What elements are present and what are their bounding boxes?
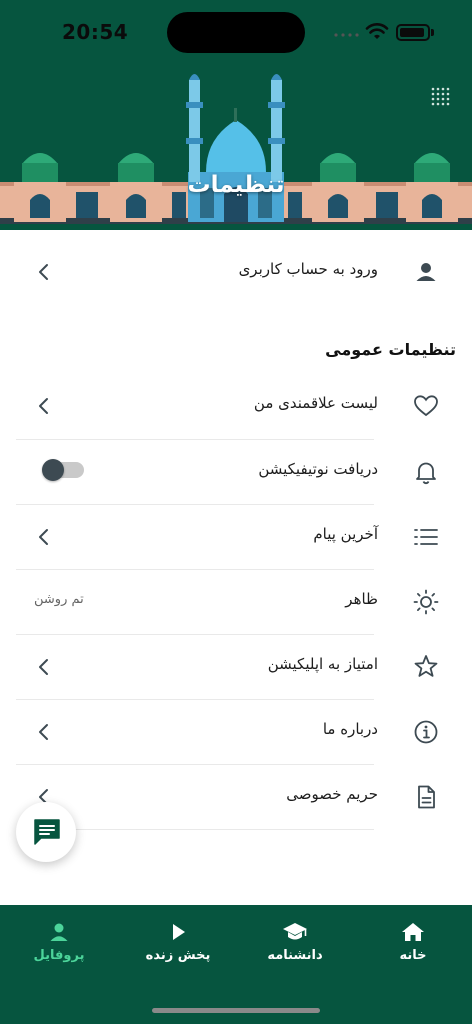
favorites-label: لیست علاقمندی من xyxy=(253,394,378,412)
notifications-row: دریافت نوتیفیکیشن xyxy=(16,440,456,504)
privacy-row[interactable]: حریم خصوصی xyxy=(16,765,456,829)
chat-icon xyxy=(34,819,60,845)
about-row[interactable]: درباره ما xyxy=(16,700,456,764)
battery-icon xyxy=(396,24,430,41)
nav-encyclopedia-label: دانشنامه xyxy=(267,948,323,963)
home-indicator xyxy=(152,1008,320,1013)
play-icon xyxy=(173,924,185,940)
chevron-left-icon xyxy=(39,398,48,414)
appearance-value: تم روشن xyxy=(34,592,84,607)
status-bar: 20:54 xyxy=(0,0,472,62)
login-label: ورود به حساب کاربری xyxy=(238,260,378,278)
nav-profile[interactable]: پروفایل xyxy=(14,921,104,963)
page-title: تنظیمات xyxy=(187,172,285,198)
person-icon xyxy=(50,923,68,941)
header-banner: 20:54 تنظیمات xyxy=(0,0,472,230)
nav-home-label: خانه xyxy=(399,948,427,963)
toggle-knob xyxy=(42,459,64,481)
chevron-left-icon xyxy=(39,529,48,545)
login-row[interactable]: ورود به حساب کاربری xyxy=(16,240,456,304)
info-icon xyxy=(414,720,438,744)
list-icon xyxy=(414,529,438,545)
graduation-cap-icon xyxy=(283,923,307,940)
chevron-left-icon xyxy=(39,659,48,675)
section-title-general: تنظیمات عمومی xyxy=(325,340,456,359)
document-icon xyxy=(418,785,435,809)
notifications-toggle[interactable] xyxy=(42,459,84,481)
rate-app-row[interactable]: امتیاز به اپلیکیشن xyxy=(16,635,456,699)
rate-app-label: امتیاز به اپلیکیشن xyxy=(267,655,378,673)
sun-icon xyxy=(413,589,439,615)
chat-fab-button[interactable] xyxy=(16,802,76,862)
about-label: درباره ما xyxy=(322,720,378,738)
last-message-row[interactable]: آخرین پیام xyxy=(16,505,456,569)
signal-icon xyxy=(334,33,359,37)
dynamic-island xyxy=(167,12,305,53)
star-icon xyxy=(414,655,438,677)
nav-profile-label: پروفایل xyxy=(33,948,85,963)
home-icon xyxy=(402,923,424,941)
chevron-left-icon xyxy=(39,264,48,280)
status-time: 20:54 xyxy=(62,20,129,44)
bottom-nav: خانه دانشنامه پخش زنده پروفایل xyxy=(0,905,472,1024)
wifi-icon xyxy=(365,23,389,39)
bell-icon xyxy=(416,462,436,485)
nav-home[interactable]: خانه xyxy=(368,921,458,963)
nav-live-label: پخش زنده xyxy=(145,948,211,963)
privacy-label: حریم خصوصی xyxy=(286,785,378,803)
appearance-label: ظاهر xyxy=(345,590,378,608)
nav-live[interactable]: پخش زنده xyxy=(133,921,223,963)
chevron-left-icon xyxy=(39,724,48,740)
nav-encyclopedia[interactable]: دانشنامه xyxy=(250,921,340,963)
mosque-illustration xyxy=(0,74,472,224)
appearance-row[interactable]: ظاهر تم روشن xyxy=(16,570,456,634)
heart-icon xyxy=(414,395,438,417)
notifications-label: دریافت نوتیفیکیشن xyxy=(258,460,378,478)
favorites-row[interactable]: لیست علاقمندی من xyxy=(16,374,456,438)
last-message-label: آخرین پیام xyxy=(313,525,378,543)
person-icon xyxy=(416,263,436,281)
